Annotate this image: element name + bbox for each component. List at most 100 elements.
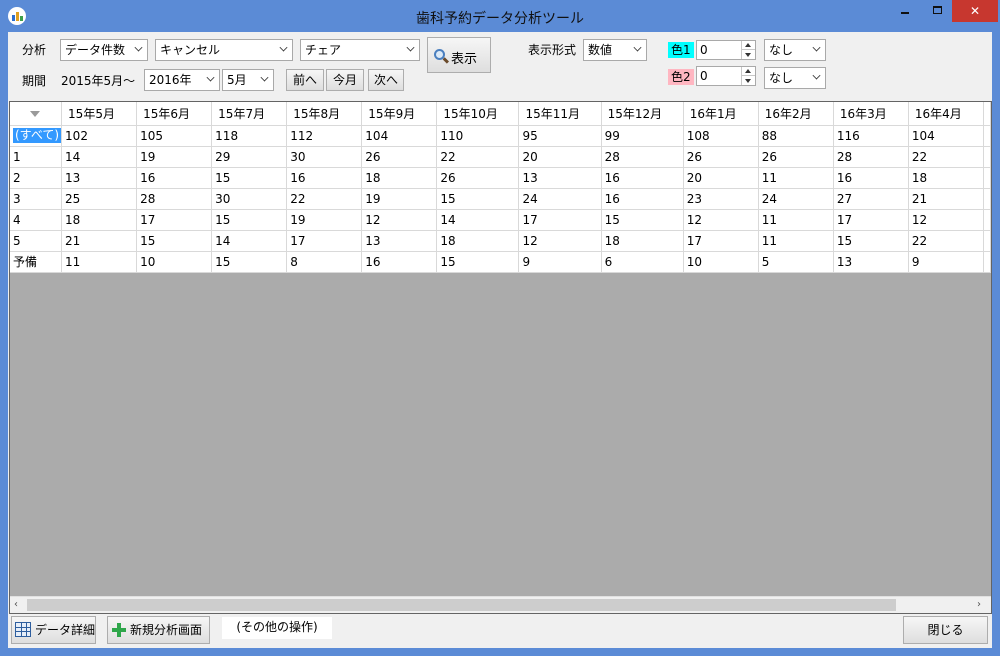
row-header[interactable]: 3 <box>10 188 63 210</box>
this-month-button[interactable]: 今月 <box>326 69 364 91</box>
table-cell[interactable]: 19 <box>136 146 213 168</box>
column-header[interactable]: 16年3月 <box>833 102 909 126</box>
horizontal-scrollbar[interactable]: ‹ › <box>10 596 991 613</box>
table-cell[interactable]: 27 <box>833 188 909 210</box>
spinner-updown-icon[interactable] <box>741 41 755 59</box>
table-cell[interactable]: 19 <box>361 188 438 210</box>
table-cell[interactable]: 22 <box>908 146 985 168</box>
analysis-type-select[interactable]: データ件数 <box>60 39 148 61</box>
table-row[interactable]: 3 25 28 30 22 19 15 24 16 23 24 27 21 <box>10 188 991 210</box>
table-cell[interactable]: 112 <box>286 125 363 147</box>
table-cell[interactable]: 28 <box>833 146 909 168</box>
table-cell[interactable]: 15 <box>211 167 288 189</box>
table-cell[interactable]: 95 <box>518 125 602 147</box>
table-cell[interactable]: 11 <box>61 251 138 273</box>
table-cell[interactable]: 30 <box>211 188 288 210</box>
table-cell[interactable]: 17 <box>833 209 909 231</box>
table-cell[interactable]: 16 <box>833 167 909 189</box>
table-cell[interactable]: 15 <box>211 209 288 231</box>
table-cell[interactable]: 99 <box>601 125 684 147</box>
display-format-select[interactable]: 数値 <box>583 39 647 61</box>
table-row[interactable]: (すべて) 102 105 118 112 104 110 95 99 108 88 116 104 <box>10 125 991 147</box>
table-cell[interactable]: 13 <box>833 251 909 273</box>
analysis-filter-select[interactable]: キャンセル <box>155 39 293 61</box>
table-cell[interactable]: 20 <box>518 146 602 168</box>
table-cell[interactable]: 13 <box>518 167 602 189</box>
table-cell[interactable]: 11 <box>758 230 834 252</box>
table-cell[interactable]: 13 <box>361 230 438 252</box>
table-cell[interactable]: 18 <box>61 209 138 231</box>
table-cell[interactable]: 9 <box>518 251 602 273</box>
table-cell[interactable]: 18 <box>908 167 985 189</box>
table-cell[interactable]: 17 <box>286 230 363 252</box>
column-header[interactable]: 15年9月 <box>361 102 438 126</box>
table-cell[interactable]: 26 <box>758 146 834 168</box>
table-cell[interactable]: 17 <box>683 230 759 252</box>
table-row[interactable]: 予備 11 10 15 8 16 15 9 6 10 5 13 9 <box>10 251 991 273</box>
column-header[interactable]: 15年7月 <box>211 102 288 126</box>
table-cell[interactable]: 14 <box>436 209 520 231</box>
row-header[interactable]: 予備 <box>10 251 63 273</box>
show-button[interactable]: 表示 <box>427 37 491 73</box>
color1-option-select[interactable]: なし <box>764 39 826 61</box>
table-cell[interactable]: 30 <box>286 146 363 168</box>
table-cell[interactable]: 26 <box>361 146 438 168</box>
table-cell[interactable]: 21 <box>908 188 985 210</box>
scroll-right-icon[interactable]: › <box>977 600 987 610</box>
table-row[interactable]: 4 18 17 15 19 12 14 17 15 12 11 17 12 <box>10 209 991 231</box>
table-cell[interactable]: 12 <box>908 209 985 231</box>
table-cell[interactable]: 28 <box>136 188 213 210</box>
table-cell[interactable]: 22 <box>436 146 520 168</box>
table-cell[interactable]: 22 <box>286 188 363 210</box>
table-cell[interactable]: 11 <box>758 209 834 231</box>
table-cell[interactable]: 17 <box>136 209 213 231</box>
column-header[interactable]: 15年5月 <box>61 102 138 126</box>
column-header[interactable]: 15年8月 <box>286 102 363 126</box>
table-cell[interactable]: 24 <box>518 188 602 210</box>
table-cell[interactable]: 16 <box>601 167 684 189</box>
table-cell[interactable]: 8 <box>286 251 363 273</box>
column-header[interactable]: 16年1月 <box>683 102 759 126</box>
table-cell[interactable]: 108 <box>683 125 759 147</box>
prev-button[interactable]: 前へ <box>286 69 324 91</box>
row-header[interactable]: 2 <box>10 167 63 189</box>
table-cell[interactable]: 13 <box>61 167 138 189</box>
table-cell[interactable]: 19 <box>286 209 363 231</box>
column-header[interactable]: 15年12月 <box>601 102 684 126</box>
analysis-group-select[interactable]: チェア <box>300 39 420 61</box>
table-cell[interactable]: 110 <box>436 125 520 147</box>
table-cell[interactable]: 15 <box>833 230 909 252</box>
table-cell[interactable]: 15 <box>436 251 520 273</box>
table-cell[interactable]: 15 <box>211 251 288 273</box>
data-detail-button[interactable]: データ詳細 <box>11 616 96 644</box>
table-cell[interactable]: 26 <box>683 146 759 168</box>
other-operations-link[interactable]: (その他の操作) <box>222 617 332 639</box>
row-header[interactable]: 1 <box>10 146 63 168</box>
table-cell[interactable]: 10 <box>136 251 213 273</box>
column-header[interactable]: 16年4月 <box>908 102 985 126</box>
next-button[interactable]: 次へ <box>368 69 404 91</box>
color2-option-select[interactable]: なし <box>764 67 826 89</box>
new-analysis-button[interactable]: 新規分析画面 <box>107 616 210 644</box>
table-cell[interactable]: 22 <box>908 230 985 252</box>
scroll-left-icon[interactable]: ‹ <box>14 600 24 610</box>
table-cell[interactable]: 104 <box>908 125 985 147</box>
table-cell[interactable]: 23 <box>683 188 759 210</box>
table-row[interactable]: 1 14 19 29 30 26 22 20 28 26 26 28 22 <box>10 146 991 168</box>
table-cell[interactable]: 16 <box>286 167 363 189</box>
row-header[interactable]: 5 <box>10 230 63 252</box>
column-header[interactable]: 15年10月 <box>436 102 520 126</box>
table-cell[interactable]: 16 <box>601 188 684 210</box>
table-cell[interactable]: 118 <box>211 125 288 147</box>
table-cell[interactable]: 88 <box>758 125 834 147</box>
close-window-button[interactable]: ✕ <box>952 0 998 22</box>
table-cell[interactable]: 12 <box>361 209 438 231</box>
close-button[interactable]: 閉じる <box>903 616 988 644</box>
table-cell[interactable]: 15 <box>436 188 520 210</box>
table-cell[interactable]: 17 <box>518 209 602 231</box>
table-cell[interactable]: 15 <box>601 209 684 231</box>
table-cell[interactable]: 12 <box>518 230 602 252</box>
row-header[interactable]: (すべて) <box>10 125 63 147</box>
row-header[interactable]: 4 <box>10 209 63 231</box>
table-cell[interactable]: 14 <box>211 230 288 252</box>
